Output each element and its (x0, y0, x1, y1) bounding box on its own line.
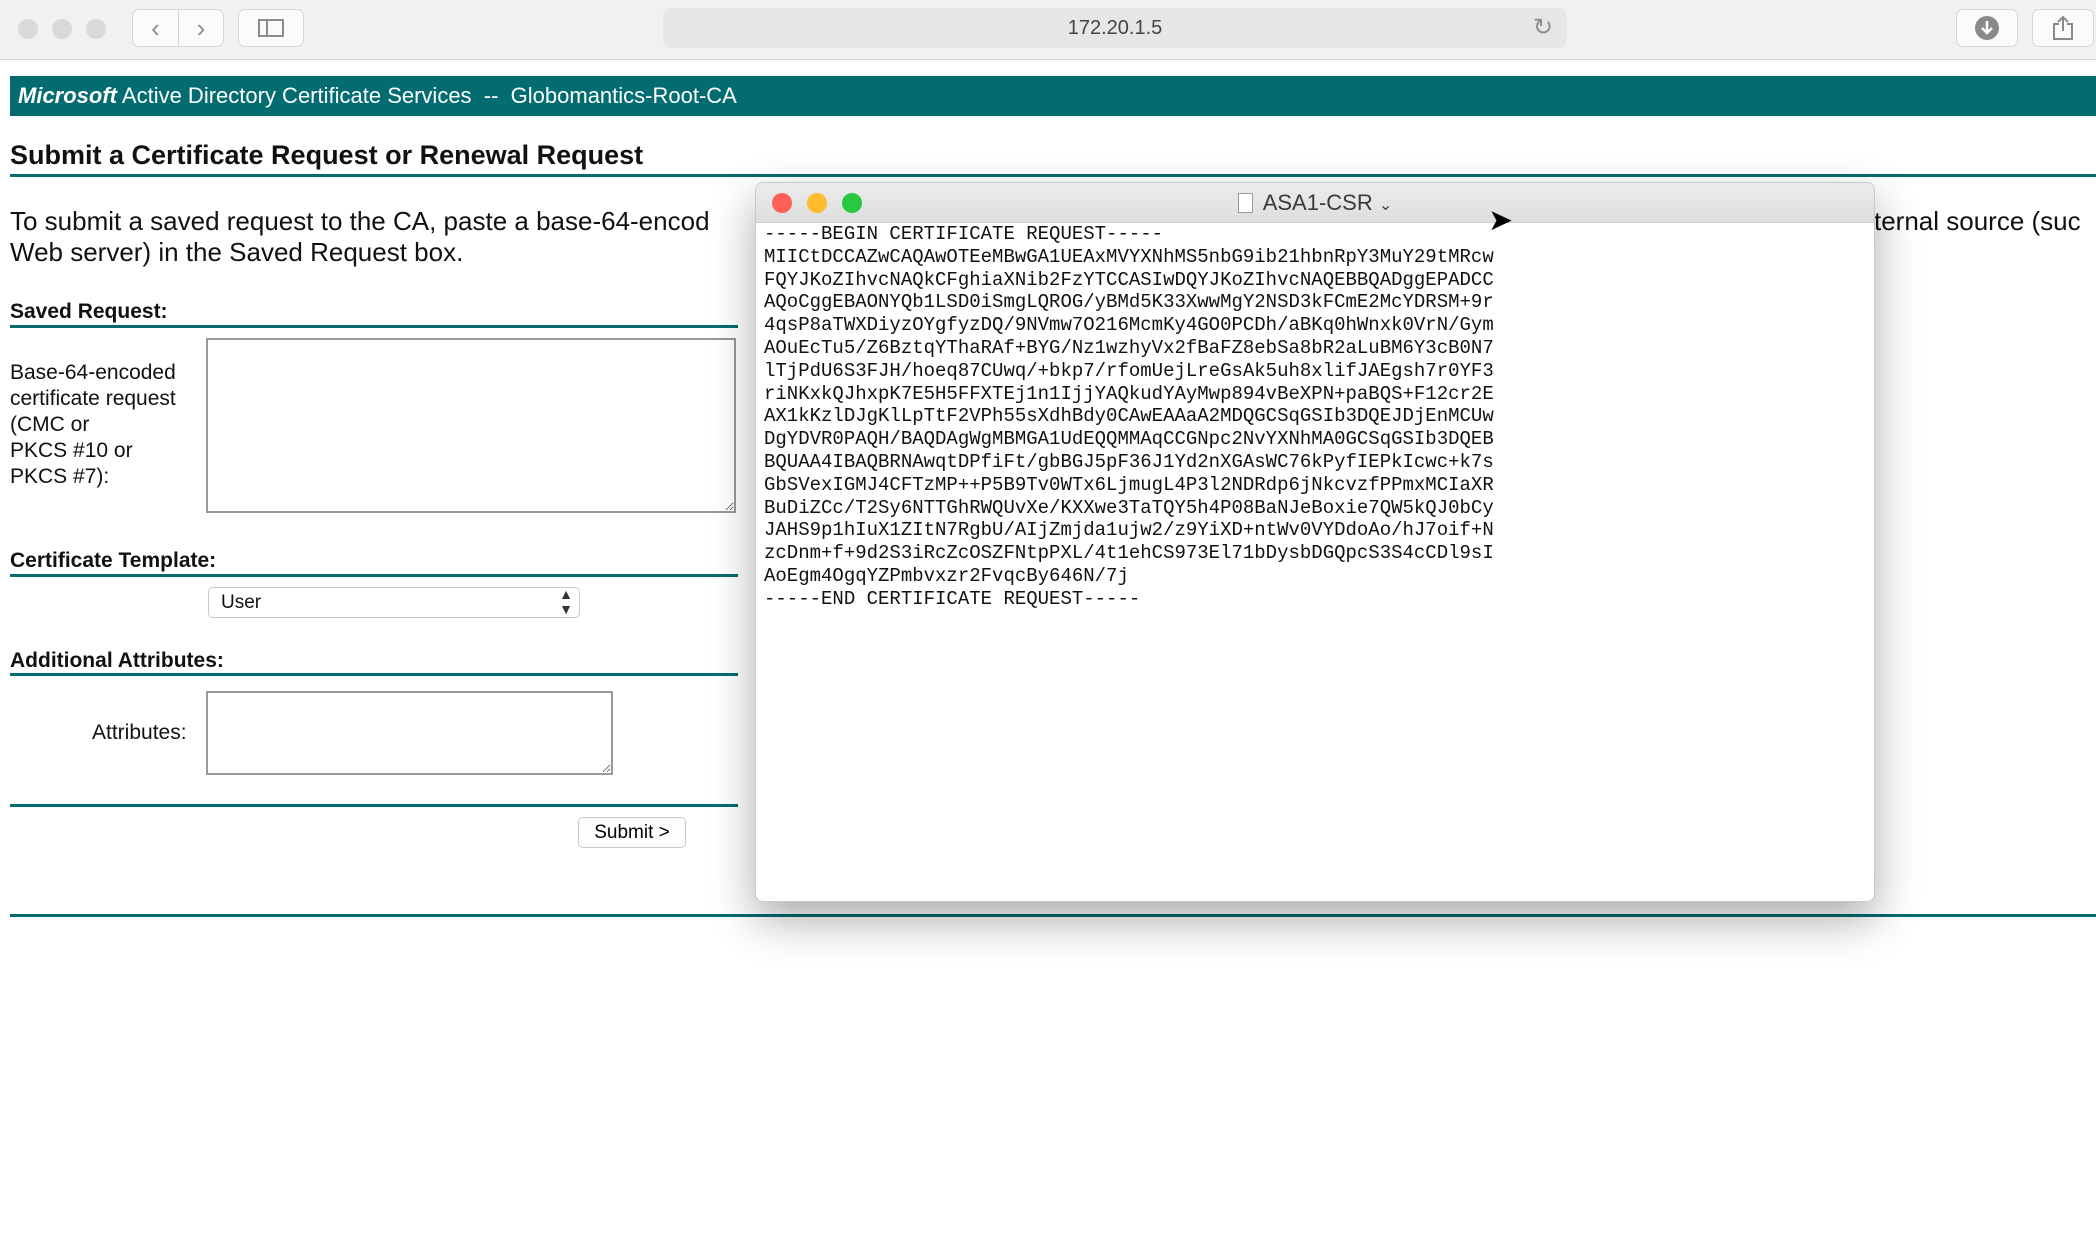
saved-request-heading: Saved Request: (10, 300, 168, 323)
textedit-titlebar[interactable]: ASA1-CSR ⌄ (756, 183, 1874, 223)
csr-line: -----BEGIN CERTIFICATE REQUEST----- (764, 223, 1164, 245)
csr-line: GbSVexIGMJ4CFTzMP++P5B9Tv0WTx6LjmugL4P3l… (764, 473, 1494, 496)
browser-toolbar: ‹ › 172.20.1.5 ↻ (0, 0, 2096, 60)
csr-line: AOuEcTu5/Z6BztqYThaRAf+BYG/Nz1wzhyVx2fBa… (764, 336, 1494, 359)
back-button[interactable]: ‹ (132, 9, 178, 47)
attributes-textarea[interactable] (206, 691, 613, 775)
page-bottom-rule (10, 914, 2096, 917)
adcs-banner: Microsoft Active Directory Certificate S… (10, 76, 2096, 116)
csr-line: -----END CERTIFICATE REQUEST----- (764, 587, 1141, 610)
csr-line: JAHS9p1hIuX1ZItN7RgbU/AIjZmjda1ujw2/z9Yi… (764, 519, 1494, 542)
chevron-right-icon: › (196, 12, 206, 43)
microsoft-brand: Microsoft (18, 83, 117, 108)
page-title: Submit a Certificate Request or Renewal … (10, 140, 644, 170)
saved-request-label-line: PKCS #7): (10, 465, 110, 488)
additional-attributes-rule (10, 673, 738, 676)
additional-attributes-heading: Additional Attributes: (10, 649, 224, 672)
saved-request-textarea[interactable] (206, 338, 736, 513)
certificate-template-heading: Certificate Template: (10, 549, 217, 572)
csr-line: 4qsP8aTWXDiyzOYgfyzDQ/9NVmw7O216McmKy4GO… (764, 314, 1494, 337)
sidebar-toggle-button[interactable] (238, 9, 304, 47)
textedit-window[interactable]: ASA1-CSR ⌄ -----BEGIN CERTIFICATE REQUES… (755, 182, 1875, 902)
intro-line-2: Web server) in the Saved Request box. (10, 237, 464, 267)
banner-title: Active Directory Certificate Services --… (121, 83, 737, 108)
share-icon (2053, 15, 2073, 40)
url-text: 172.20.1.5 (1067, 17, 1163, 39)
mouse-pointer-icon: ➤ (1488, 204, 1514, 237)
saved-request-label: Base-64-encoded certificate request (CMC… (10, 360, 200, 490)
share-button[interactable] (2032, 9, 2094, 47)
textedit-title[interactable]: ASA1-CSR ⌄ (756, 183, 1874, 226)
downloads-button[interactable] (1956, 9, 2018, 47)
saved-request-label-line: PKCS #10 or (10, 439, 133, 462)
attributes-label: Attributes: (92, 721, 187, 744)
intro-line-1: To submit a saved request to the CA, pas… (10, 206, 710, 236)
sidebar-icon (258, 19, 284, 37)
reload-icon[interactable]: ↻ (1533, 8, 1553, 48)
title-rule (10, 174, 2096, 177)
csr-line: DgYDVR0PAQH/BAQDAgWgMBMGA1UdEQQMMAqCCGNp… (764, 428, 1494, 451)
window-zoom-dot[interactable] (86, 19, 106, 39)
chevron-left-icon: ‹ (151, 12, 160, 43)
csr-line: AX1kKzlDJgKlLpTtF2VPh55sXdhBdy0CAwEAAaA2… (764, 405, 1494, 428)
csr-line: zcDnm+f+9d2S3iRcZcOSZFNtpPXL/4t1ehCS973E… (764, 542, 1494, 565)
forward-button[interactable]: › (178, 9, 224, 47)
window-minimize-dot[interactable] (52, 19, 72, 39)
csr-line: MIICtDCCAZwCAQAwOTEeMBwGA1UEAxMVYXNhMS5n… (764, 245, 1494, 268)
csr-line: AoEgm4OgqYZPmbvxzr2FvqcBy646N/7j (764, 564, 1129, 587)
intro-text-tail: ternal source (suc (1874, 206, 2081, 236)
saved-request-label-line: (CMC or (10, 413, 90, 436)
window-close-dot[interactable] (18, 19, 38, 39)
certificate-template-value: User (221, 592, 262, 613)
csr-text[interactable]: -----BEGIN CERTIFICATE REQUEST----- MIIC… (764, 223, 1494, 611)
saved-request-label-line: certificate request (10, 387, 176, 410)
textedit-title-text: ASA1-CSR (1262, 190, 1373, 215)
csr-line: BQUAA4IBAQBRNAwqtDPfiFt/gbBGJ5pF36J1Yd2n… (764, 450, 1494, 473)
certificate-template-select[interactable]: User ▲ ▼ (208, 587, 580, 618)
document-icon (1237, 193, 1253, 213)
chevron-down-icon: ⌄ (1378, 197, 1393, 214)
saved-request-rule (10, 325, 738, 328)
csr-line: AQoCggEBAONYQb1LSD0iSmgLQROG/yBMd5K33Xww… (764, 291, 1494, 314)
csr-line: lTjPdU6S3FJH/hoeq87CUwq/+bkp7/rfomUejLre… (764, 359, 1494, 382)
form-bottom-rule (10, 804, 738, 807)
csr-line: FQYJKoZIhvcNAQkCFghiaXNib2FzYTCCASIwDQYJ… (764, 268, 1494, 291)
intro-text: To submit a saved request to the CA, pas… (10, 206, 710, 268)
csr-line: BuDiZCc/T2Sy6NTTGhRWQUvXe/KXXwe3TaTQY5h4… (764, 496, 1494, 519)
certificate-template-rule (10, 574, 738, 577)
download-icon (1975, 16, 1999, 40)
saved-request-label-line: Base-64-encoded (10, 361, 176, 384)
select-arrows-icon: ▲ ▼ (559, 586, 573, 617)
address-bar[interactable]: 172.20.1.5 ↻ (663, 8, 1567, 48)
submit-button[interactable]: Submit > (578, 817, 686, 848)
csr-line: riNKxkQJhxpK7E5H5FFXTEj1n1IjjYAQkudYAyMw… (764, 382, 1494, 405)
